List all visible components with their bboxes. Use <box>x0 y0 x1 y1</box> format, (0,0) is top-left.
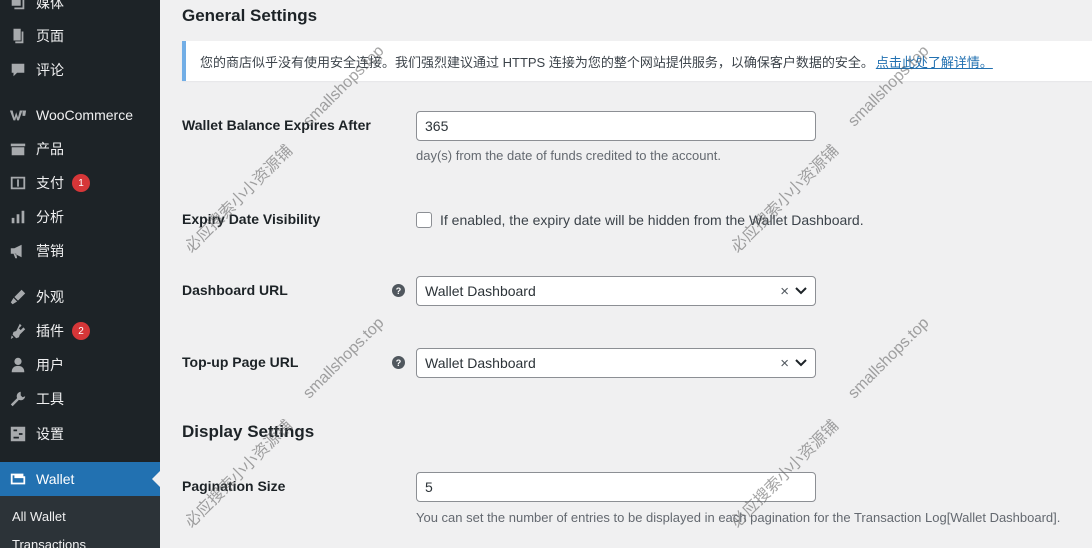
https-notice: 您的商店似乎没有使用安全连接。我们强烈建议通过 HTTPS 连接为您的整个网站提… <box>182 41 1092 81</box>
topup-url-label: Top-up Page URL <box>182 354 299 370</box>
settings-icon <box>8 424 28 444</box>
sidebar-item-analytics[interactable]: 分析 <box>0 200 160 234</box>
submenu-item-transactions[interactable]: Transactions <box>12 537 86 548</box>
notification-badge: 2 <box>72 322 90 340</box>
tools-icon <box>8 389 28 409</box>
page-icon <box>8 26 28 46</box>
sidebar-item-label: Wallet <box>36 471 75 487</box>
sidebar-item-label: 插件 <box>36 323 64 339</box>
wallet-submenu: All Wallet Transactions <box>0 496 160 548</box>
sidebar-item-label: 页面 <box>36 28 64 44</box>
sidebar-item-label: 工具 <box>36 391 64 407</box>
sidebar-item-users[interactable]: 用户 <box>0 348 160 382</box>
sidebar-item-settings[interactable]: 设置 <box>0 417 160 451</box>
active-indicator <box>152 471 160 487</box>
pagination-size-description: You can set the number of entries to be … <box>416 510 1061 525</box>
expires-label: Wallet Balance Expires After <box>182 117 371 133</box>
display-settings-title: Display Settings <box>182 422 315 441</box>
expires-input[interactable]: 365 <box>416 111 816 141</box>
sidebar-item-label: 支付 <box>36 175 64 191</box>
sidebar-item-payments[interactable]: 支付 1 <box>0 166 160 200</box>
settings-main: General Settings 您的商店似乎没有使用安全连接。我们强烈建议通过… <box>160 0 1092 548</box>
sidebar-item-label: WooCommerce <box>36 107 133 123</box>
sidebar-item-label: 评论 <box>36 62 64 78</box>
pagination-size-label: Pagination Size <box>182 478 286 494</box>
sidebar-item-marketing[interactable]: 营销 <box>0 234 160 268</box>
sidebar-item-label: 产品 <box>36 141 64 157</box>
dashboard-url-value: Wallet Dashboard <box>425 283 536 299</box>
expiry-visibility-checkbox-label[interactable]: If enabled, the expiry date will be hidd… <box>440 212 864 228</box>
clear-icon[interactable]: × <box>780 355 789 372</box>
sidebar-item-label: 设置 <box>36 426 64 442</box>
expires-value: 365 <box>425 118 449 134</box>
chevron-down-icon[interactable] <box>795 355 807 371</box>
product-icon <box>8 139 28 159</box>
notice-learn-more-link[interactable]: 点击此处了解详情。 <box>876 52 993 71</box>
sidebar-item-comments[interactable]: 评论 <box>0 53 160 87</box>
media-icon <box>8 0 28 13</box>
sidebar-item-pages[interactable]: 页面 <box>0 19 160 53</box>
sidebar-item-label: 营销 <box>36 243 64 259</box>
user-icon <box>8 355 28 375</box>
payment-icon <box>8 173 28 193</box>
dashboard-url-label: Dashboard URL <box>182 282 288 298</box>
woocommerce-icon <box>8 105 28 125</box>
submenu-item-all-wallet[interactable]: All Wallet <box>12 509 66 524</box>
sidebar-item-wallet[interactable]: Wallet <box>0 462 160 496</box>
pagination-size-value: 5 <box>425 479 433 495</box>
topup-url-value: Wallet Dashboard <box>425 355 536 371</box>
wallet-icon <box>8 469 28 489</box>
expiry-visibility-checkbox[interactable] <box>416 212 432 228</box>
pagination-size-input[interactable]: 5 <box>416 472 816 502</box>
help-icon[interactable]: ? <box>392 284 405 297</box>
expires-description: day(s) from the date of funds credited t… <box>416 148 721 163</box>
sidebar-item-label: 用户 <box>36 357 64 373</box>
sidebar-item-label: 媒体 <box>36 0 64 11</box>
dashboard-url-select[interactable]: Wallet Dashboard × <box>416 276 816 306</box>
notice-text: 您的商店似乎没有使用安全连接。我们强烈建议通过 HTTPS 连接为您的整个网站提… <box>200 54 874 70</box>
notification-badge: 1 <box>72 174 90 192</box>
admin-sidebar: 媒体 页面 评论 WooCommerce 产品 支付 1 分析 营销 外观 插件… <box>0 0 160 548</box>
sidebar-item-appearance[interactable]: 外观 <box>0 280 160 314</box>
sidebar-item-plugins[interactable]: 插件 2 <box>0 314 160 348</box>
help-icon[interactable]: ? <box>392 356 405 369</box>
clear-icon[interactable]: × <box>780 283 789 300</box>
topup-url-select[interactable]: Wallet Dashboard × <box>416 348 816 378</box>
comment-icon <box>8 60 28 80</box>
chevron-down-icon[interactable] <box>795 283 807 299</box>
expiry-visibility-label: Expiry Date Visibility <box>182 211 321 227</box>
sidebar-item-label: 分析 <box>36 209 64 225</box>
sidebar-item-media[interactable]: 媒体 <box>0 0 160 20</box>
sidebar-item-label: 外观 <box>36 289 64 305</box>
sidebar-item-woocommerce[interactable]: WooCommerce <box>0 98 160 132</box>
plugin-icon <box>8 321 28 341</box>
sidebar-item-products[interactable]: 产品 <box>0 132 160 166</box>
general-settings-title: General Settings <box>182 6 318 25</box>
analytics-icon <box>8 207 28 227</box>
appearance-icon <box>8 287 28 307</box>
sidebar-item-tools[interactable]: 工具 <box>0 382 160 416</box>
marketing-icon <box>8 241 28 261</box>
